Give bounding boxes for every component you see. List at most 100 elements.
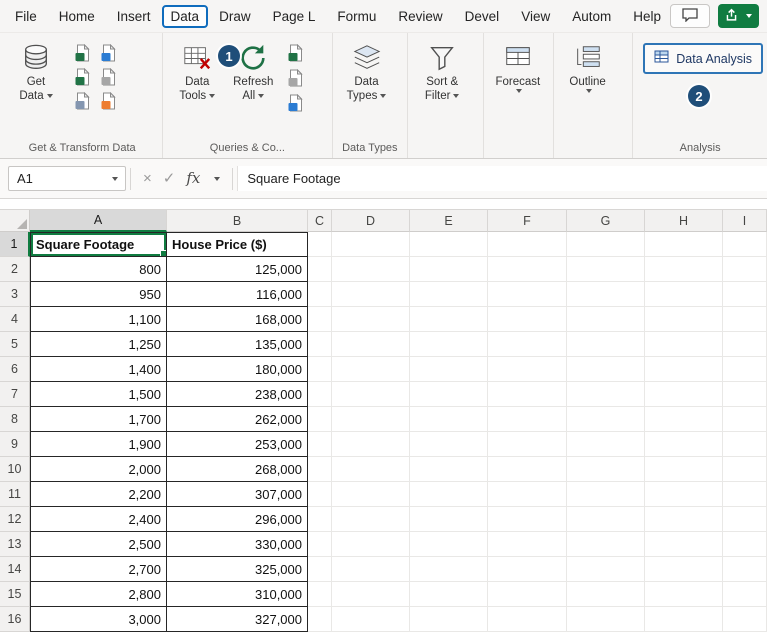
cell-A16[interactable]: 3,000 xyxy=(30,607,167,632)
cell-E12[interactable] xyxy=(410,507,488,532)
row-header-3[interactable]: 3 xyxy=(0,282,30,307)
cell-E11[interactable] xyxy=(410,482,488,507)
cell-G8[interactable] xyxy=(567,407,645,432)
properties-icon[interactable] xyxy=(285,68,305,88)
cell-A8[interactable]: 1,700 xyxy=(30,407,167,432)
tab-draw[interactable]: Draw xyxy=(208,3,262,30)
cell-B5[interactable]: 135,000 xyxy=(167,332,308,357)
cell-F9[interactable] xyxy=(488,432,567,457)
cell-E16[interactable] xyxy=(410,607,488,632)
data-analysis-button[interactable]: Data Analysis xyxy=(643,43,763,74)
cell-I11[interactable] xyxy=(723,482,767,507)
cell-D13[interactable] xyxy=(332,532,410,557)
column-header-E[interactable]: E xyxy=(410,210,488,232)
cell-G14[interactable] xyxy=(567,557,645,582)
get-data-button[interactable]: Get Data xyxy=(8,41,64,103)
share-button[interactable] xyxy=(718,4,759,28)
outline-button[interactable]: Outline xyxy=(560,41,616,93)
cell-F13[interactable] xyxy=(488,532,567,557)
cell-I7[interactable] xyxy=(723,382,767,407)
cell-E8[interactable] xyxy=(410,407,488,432)
cell-I12[interactable] xyxy=(723,507,767,532)
cell-D8[interactable] xyxy=(332,407,410,432)
cell-F2[interactable] xyxy=(488,257,567,282)
cell-H16[interactable] xyxy=(645,607,723,632)
cell-C9[interactable] xyxy=(308,432,332,457)
cell-I1[interactable] xyxy=(723,232,767,257)
tab-autom[interactable]: Autom xyxy=(561,3,622,30)
cell-C12[interactable] xyxy=(308,507,332,532)
row-header-5[interactable]: 5 xyxy=(0,332,30,357)
row-header-6[interactable]: 6 xyxy=(0,357,30,382)
cell-C1[interactable] xyxy=(308,232,332,257)
cell-B2[interactable]: 125,000 xyxy=(167,257,308,282)
cell-E14[interactable] xyxy=(410,557,488,582)
cell-C2[interactable] xyxy=(308,257,332,282)
cell-B16[interactable]: 327,000 xyxy=(167,607,308,632)
column-header-F[interactable]: F xyxy=(488,210,567,232)
cell-F15[interactable] xyxy=(488,582,567,607)
queries-connections-icon[interactable] xyxy=(285,43,305,63)
cell-F12[interactable] xyxy=(488,507,567,532)
cell-D11[interactable] xyxy=(332,482,410,507)
cancel-button[interactable]: × xyxy=(143,171,152,186)
cell-A14[interactable]: 2,700 xyxy=(30,557,167,582)
cell-A15[interactable]: 2,800 xyxy=(30,582,167,607)
cell-I14[interactable] xyxy=(723,557,767,582)
comments-button[interactable] xyxy=(670,4,710,28)
cell-F16[interactable] xyxy=(488,607,567,632)
cell-I16[interactable] xyxy=(723,607,767,632)
tab-page-l[interactable]: Page L xyxy=(262,3,327,30)
cell-C4[interactable] xyxy=(308,307,332,332)
cell-A7[interactable]: 1,500 xyxy=(30,382,167,407)
cell-D9[interactable] xyxy=(332,432,410,457)
cell-F5[interactable] xyxy=(488,332,567,357)
cell-H3[interactable] xyxy=(645,282,723,307)
cell-C3[interactable] xyxy=(308,282,332,307)
tab-help[interactable]: Help xyxy=(622,3,670,30)
cell-A9[interactable]: 1,900 xyxy=(30,432,167,457)
cell-B12[interactable]: 296,000 xyxy=(167,507,308,532)
cell-A13[interactable]: 2,500 xyxy=(30,532,167,557)
cell-G13[interactable] xyxy=(567,532,645,557)
cell-F8[interactable] xyxy=(488,407,567,432)
row-header-13[interactable]: 13 xyxy=(0,532,30,557)
cell-C15[interactable] xyxy=(308,582,332,607)
row-header-15[interactable]: 15 xyxy=(0,582,30,607)
cell-G11[interactable] xyxy=(567,482,645,507)
row-header-16[interactable]: 16 xyxy=(0,607,30,632)
cell-H5[interactable] xyxy=(645,332,723,357)
cell-I3[interactable] xyxy=(723,282,767,307)
cell-D3[interactable] xyxy=(332,282,410,307)
cell-B6[interactable]: 180,000 xyxy=(167,357,308,382)
column-header-A[interactable]: A xyxy=(30,210,167,232)
cell-E4[interactable] xyxy=(410,307,488,332)
cell-C8[interactable] xyxy=(308,407,332,432)
cell-G1[interactable] xyxy=(567,232,645,257)
cell-E9[interactable] xyxy=(410,432,488,457)
cell-I5[interactable] xyxy=(723,332,767,357)
cell-G10[interactable] xyxy=(567,457,645,482)
cell-F10[interactable] xyxy=(488,457,567,482)
recent-sources-icon[interactable] xyxy=(98,67,118,87)
cell-H12[interactable] xyxy=(645,507,723,532)
cell-I13[interactable] xyxy=(723,532,767,557)
cell-E2[interactable] xyxy=(410,257,488,282)
cell-H11[interactable] xyxy=(645,482,723,507)
cell-D10[interactable] xyxy=(332,457,410,482)
from-web-icon[interactable] xyxy=(98,43,118,63)
cell-F6[interactable] xyxy=(488,357,567,382)
cell-I15[interactable] xyxy=(723,582,767,607)
row-header-2[interactable]: 2 xyxy=(0,257,30,282)
from-table-range-icon[interactable] xyxy=(72,67,92,87)
cell-I8[interactable] xyxy=(723,407,767,432)
cell-A10[interactable]: 2,000 xyxy=(30,457,167,482)
formula-bar-chevron-icon[interactable] xyxy=(214,177,220,181)
cell-C7[interactable] xyxy=(308,382,332,407)
cell-F4[interactable] xyxy=(488,307,567,332)
tab-review[interactable]: Review xyxy=(387,3,453,30)
cell-C14[interactable] xyxy=(308,557,332,582)
cell-E5[interactable] xyxy=(410,332,488,357)
cell-H9[interactable] xyxy=(645,432,723,457)
cell-G12[interactable] xyxy=(567,507,645,532)
